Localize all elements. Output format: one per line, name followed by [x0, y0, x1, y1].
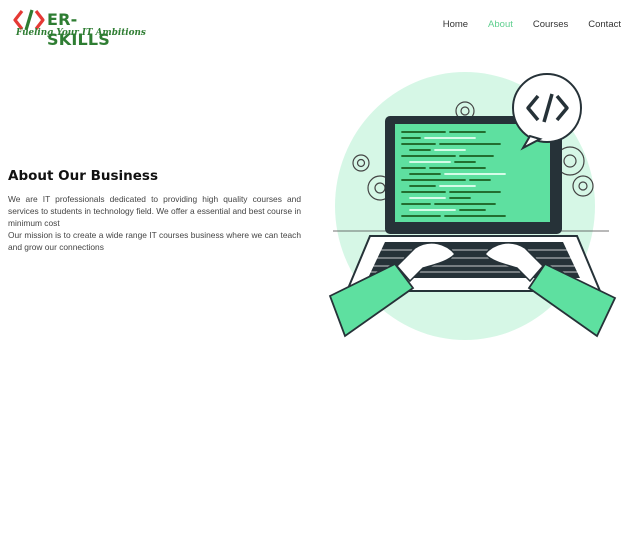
laptop-coding-illustration: [328, 72, 617, 340]
nav-link-courses[interactable]: Courses: [533, 19, 568, 30]
about-paragraph-1: We are IT professionals dedicated to pro…: [8, 194, 301, 228]
nav-link-contact[interactable]: Contact: [588, 19, 621, 30]
about-title: About Our Business: [8, 168, 158, 184]
main-nav: Home About Courses Contact: [443, 19, 621, 30]
brand-logo[interactable]: ER-SKILLS Fueling Your IT Ambitions: [13, 9, 146, 49]
nav-link-home[interactable]: Home: [443, 19, 468, 30]
nav-link-about[interactable]: About: [488, 19, 513, 30]
code-lines: [401, 131, 506, 217]
brand-tagline: Fueling Your IT Ambitions: [16, 28, 146, 38]
about-paragraph-2: Our mission is to create a wide range IT…: [8, 230, 301, 252]
